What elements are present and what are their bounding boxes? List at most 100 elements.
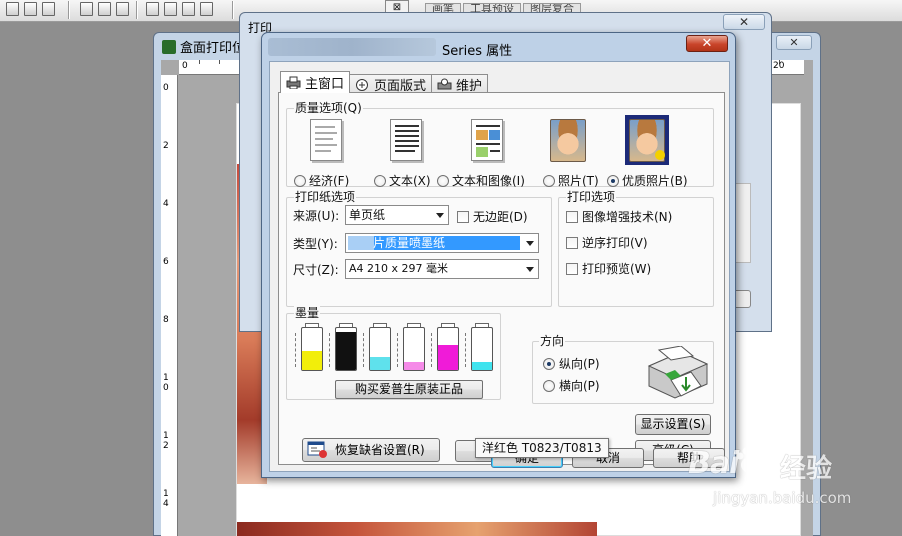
source-select[interactable]: 单页纸 bbox=[345, 205, 449, 225]
distribute-h-tools[interactable] bbox=[146, 2, 213, 18]
quality-photo-radio[interactable]: 照片(T) bbox=[543, 172, 599, 189]
orientation-group: 方向 纵向(P) 横向(P) bbox=[532, 334, 714, 404]
checkbox[interactable] bbox=[566, 236, 578, 249]
radio-button[interactable] bbox=[374, 174, 386, 187]
ink-cartridge-cyan[interactable] bbox=[465, 323, 493, 373]
checkbox[interactable] bbox=[457, 210, 469, 223]
quality-text-image[interactable]: 文本和图像(I) bbox=[437, 117, 527, 189]
ink-cartridges bbox=[295, 323, 501, 375]
ruler-label: 2 bbox=[163, 141, 169, 151]
show-settings-button[interactable]: 显示设置(S) bbox=[635, 414, 711, 435]
source-label: 来源(U): bbox=[293, 209, 340, 223]
blurred-printer-name bbox=[268, 38, 436, 56]
chevron-down-icon bbox=[436, 213, 444, 218]
quality-best-photo-radio[interactable]: 优质照片(B) bbox=[607, 172, 688, 189]
ruler-label: 8 bbox=[163, 315, 169, 325]
toolbar-separator bbox=[136, 1, 138, 19]
ink-levels-group: 墨量 购买爱普生原装正品 bbox=[286, 306, 501, 400]
orientation-label: 方向 bbox=[539, 334, 566, 348]
quality-text-image-radio[interactable]: 文本和图像(I) bbox=[437, 172, 525, 189]
reverse-order-checkbox[interactable]: 逆序打印(V) bbox=[566, 234, 648, 251]
dialog-close-button[interactable]: ✕ bbox=[686, 35, 728, 52]
align-center-icon[interactable] bbox=[24, 2, 37, 16]
tab-label: 维护 bbox=[456, 78, 483, 94]
distribute-tools[interactable] bbox=[80, 2, 129, 18]
page-layout-icon bbox=[356, 78, 369, 91]
distribute-bottom-icon[interactable] bbox=[116, 2, 129, 16]
photo-icon bbox=[547, 117, 589, 165]
align-left-icon[interactable] bbox=[6, 2, 19, 16]
ink-body bbox=[403, 327, 425, 371]
borderless-checkbox[interactable]: 无边距(D) bbox=[457, 208, 528, 225]
economy-doc-icon bbox=[304, 117, 346, 165]
buy-genuine-ink-button[interactable]: 购买爱普生原装正品 bbox=[335, 380, 483, 399]
checkbox[interactable] bbox=[566, 262, 578, 275]
baidu-paw-icon bbox=[736, 447, 762, 472]
printer-icon bbox=[286, 76, 301, 89]
size-select[interactable]: A4 210 x 297 毫米 bbox=[345, 259, 539, 279]
printer-properties-dialog: Series 属性 ✕ 主窗口 页面版式 维护 质量选项(Q) 经济(F) 文本… bbox=[261, 32, 736, 478]
radio-button[interactable] bbox=[294, 174, 306, 187]
quality-best-photo[interactable]: 优质照片(B) bbox=[607, 115, 697, 189]
restore-defaults-icon bbox=[307, 441, 327, 458]
ink-body bbox=[301, 327, 323, 371]
landscape-radio[interactable]: 横向(P) bbox=[543, 377, 600, 394]
toolbar-separator bbox=[68, 1, 70, 19]
ink-scale bbox=[329, 333, 333, 367]
ink-cartridge-magenta[interactable] bbox=[431, 323, 459, 373]
toolbar-separator bbox=[232, 1, 234, 19]
ruler-label: 0 bbox=[163, 83, 169, 93]
ink-body bbox=[437, 327, 459, 371]
ink-cartridge-yellow[interactable] bbox=[295, 323, 323, 373]
paper-options-group: 打印纸选项 来源(U): 单页纸 无边距(D) 类型(Y): 片质量喷墨纸 尺寸… bbox=[286, 190, 552, 307]
ink-level-fill bbox=[370, 357, 390, 370]
ruler-label: 1 2 bbox=[163, 431, 169, 451]
distribute-hcenter-icon[interactable] bbox=[164, 2, 177, 16]
quality-economy-radio[interactable]: 经济(F) bbox=[294, 172, 349, 189]
ink-cartridge-black[interactable] bbox=[329, 323, 357, 373]
print-dialog-close-button[interactable]: ✕ bbox=[723, 14, 765, 30]
checkbox[interactable] bbox=[566, 210, 578, 223]
ruler-label: 20 bbox=[773, 61, 785, 71]
image-enhance-checkbox[interactable]: 图像增强技术(N) bbox=[566, 208, 672, 225]
radio-button[interactable] bbox=[607, 174, 619, 187]
align-tools[interactable] bbox=[6, 2, 55, 18]
ink-cartridge-light-cyan[interactable] bbox=[363, 323, 391, 373]
distribute-width-icon[interactable] bbox=[200, 2, 213, 16]
radio-button[interactable] bbox=[543, 357, 555, 370]
align-right-icon[interactable] bbox=[42, 2, 55, 16]
radio-button[interactable] bbox=[543, 174, 555, 187]
paper-options-label: 打印纸选项 bbox=[294, 190, 357, 204]
chevron-down-icon bbox=[526, 267, 534, 272]
ruler-label: 0 bbox=[182, 61, 188, 71]
distribute-top-icon[interactable] bbox=[80, 2, 93, 16]
distribute-right-icon[interactable] bbox=[182, 2, 195, 16]
ink-cartridge-light-magenta[interactable] bbox=[397, 323, 425, 373]
quality-text-radio[interactable]: 文本(X) bbox=[374, 172, 431, 189]
document-close-button[interactable]: ✕ bbox=[776, 35, 812, 50]
ink-level-fill bbox=[472, 362, 492, 370]
tab-page-layout[interactable]: 页面版式 bbox=[349, 74, 433, 94]
size-label: 尺寸(Z): bbox=[293, 263, 339, 277]
ink-scale bbox=[397, 333, 401, 367]
baidu-jingyan-watermark: Bai 经验 jingyan.baidu.com bbox=[688, 434, 863, 520]
tab-label: 页面版式 bbox=[374, 78, 427, 94]
app-icon bbox=[162, 40, 176, 54]
watermark-suffix: 经验 bbox=[780, 454, 833, 484]
print-preview-checkbox[interactable]: 打印预览(W) bbox=[566, 260, 651, 277]
artwork-image bbox=[237, 522, 597, 536]
dialog-title: Series 属性 bbox=[442, 44, 513, 59]
tab-main[interactable]: 主窗口 bbox=[280, 71, 351, 93]
distribute-left-icon[interactable] bbox=[146, 2, 159, 16]
distribute-middle-icon[interactable] bbox=[98, 2, 111, 16]
restore-defaults-button[interactable]: 恢复缺省设置(R) bbox=[302, 438, 440, 462]
radio-button[interactable] bbox=[543, 379, 555, 392]
quality-economy[interactable]: 经济(F) bbox=[294, 117, 384, 189]
watermark-url: jingyan.baidu.com bbox=[713, 489, 852, 507]
ink-tooltip: 洋红色 T0823/T0813 bbox=[475, 438, 609, 458]
best-photo-icon bbox=[625, 115, 669, 165]
tab-maintenance[interactable]: 维护 bbox=[431, 74, 489, 94]
radio-button[interactable] bbox=[437, 174, 449, 187]
portrait-radio[interactable]: 纵向(P) bbox=[543, 355, 600, 372]
type-select[interactable]: 片质量喷墨纸 bbox=[345, 233, 539, 253]
